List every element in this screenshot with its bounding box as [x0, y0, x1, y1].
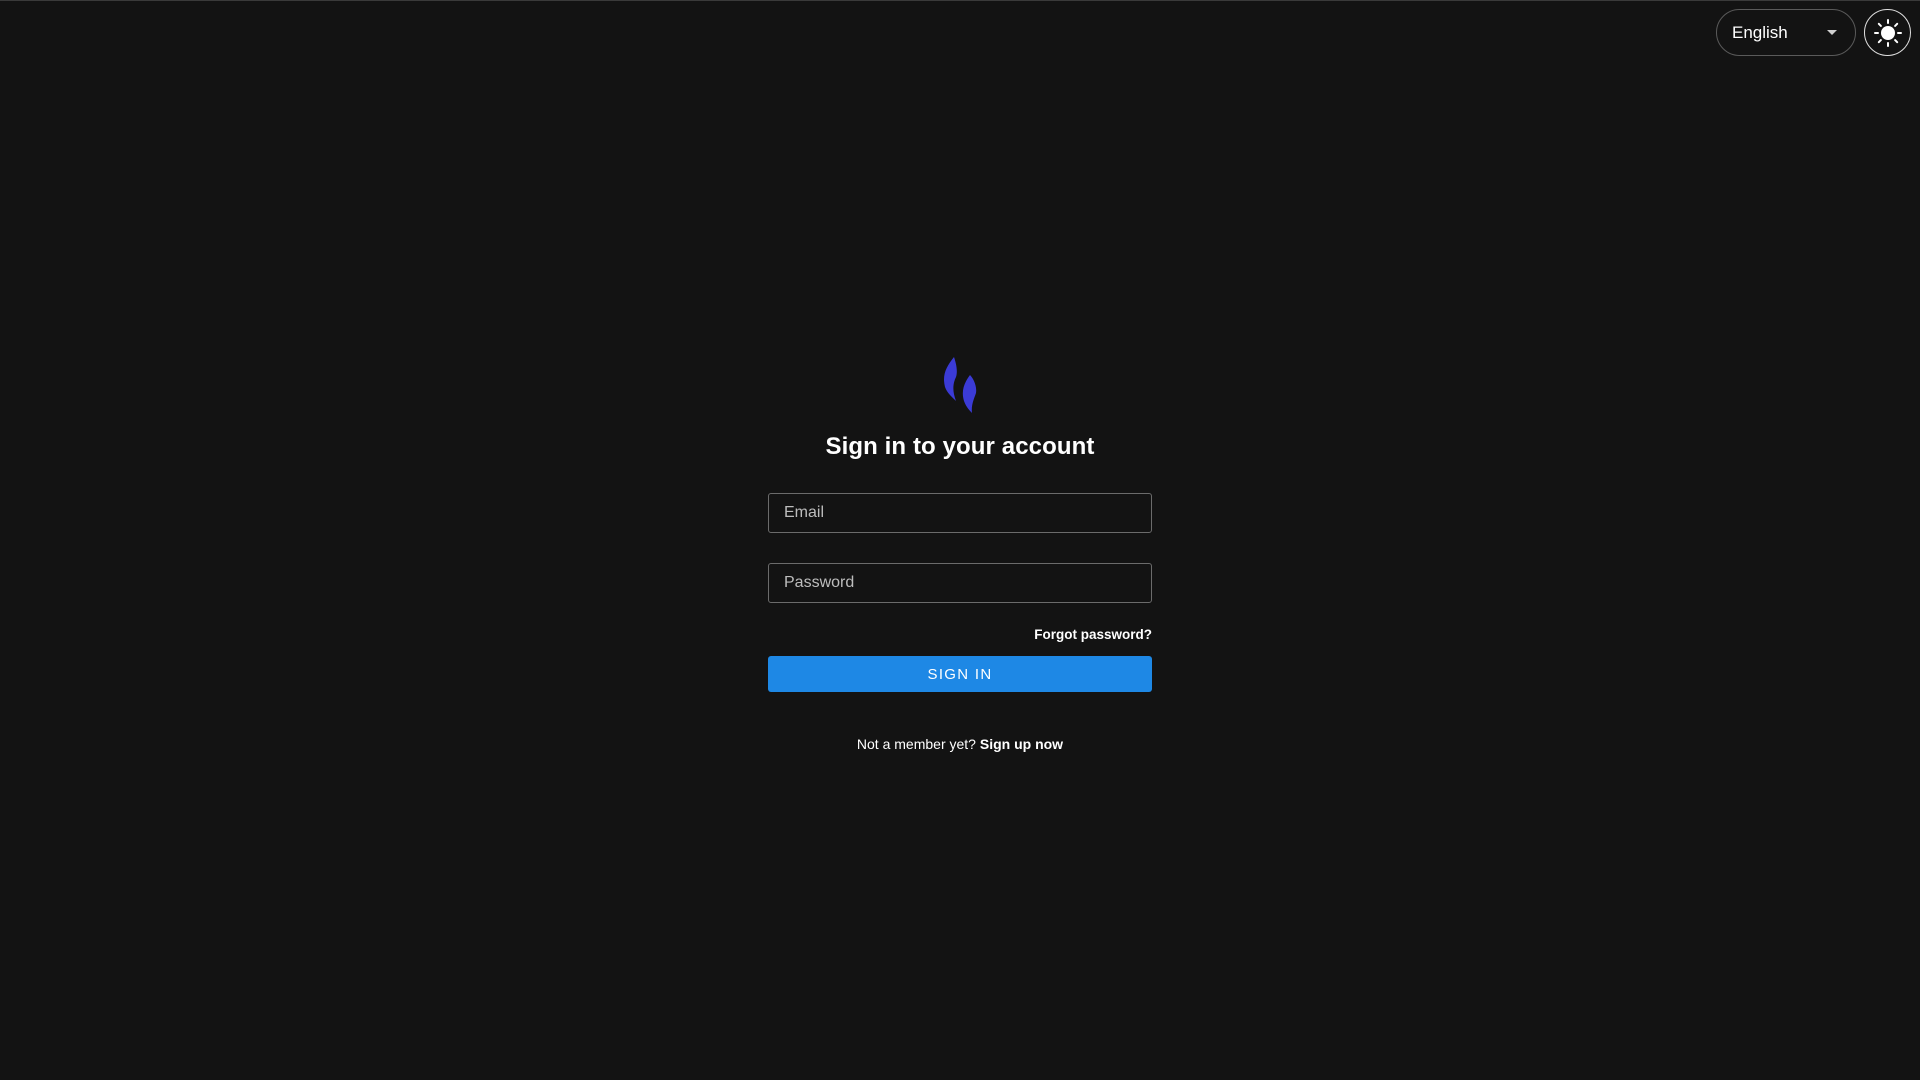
forgot-password-link[interactable]: Forgot password? — [1034, 627, 1152, 642]
language-select[interactable]: English — [1716, 9, 1856, 56]
top-border — [0, 0, 1920, 1]
sign-in-form: Sign in to your account Forgot password?… — [768, 355, 1152, 752]
flame-logo-icon — [944, 357, 977, 413]
sign-up-link[interactable]: Sign up now — [980, 736, 1063, 752]
signup-prompt-text: Not a member yet? — [856, 736, 976, 752]
language-select-value: English — [1732, 22, 1788, 42]
password-field[interactable] — [768, 563, 1152, 603]
forgot-password-row: Forgot password? — [768, 627, 1152, 642]
sun-icon — [1873, 18, 1902, 47]
page-title: Sign in to your account — [825, 433, 1095, 460]
email-field[interactable] — [768, 493, 1152, 533]
theme-toggle-button[interactable] — [1864, 9, 1911, 56]
caret-down-icon — [1827, 30, 1837, 35]
sign-in-button[interactable]: SIGN IN — [768, 656, 1152, 692]
signup-prompt: Not a member yet? Sign up now — [857, 736, 1063, 752]
